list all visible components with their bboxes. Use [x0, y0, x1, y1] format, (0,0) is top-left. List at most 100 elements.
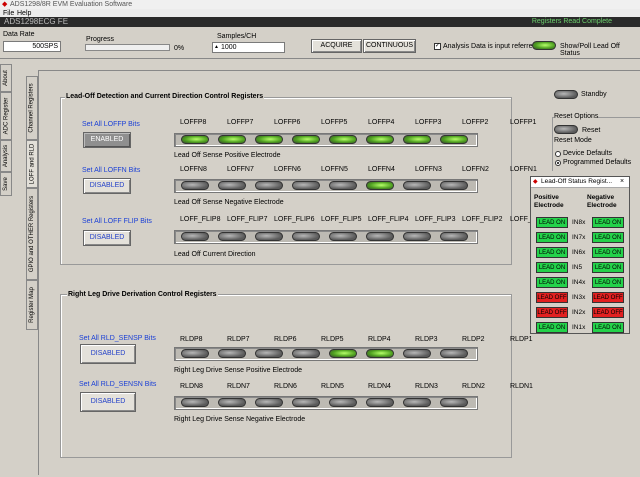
- device-defaults-radio[interactable]: [555, 151, 561, 157]
- negative-status-badge: LEAD OFF: [592, 307, 624, 318]
- bit-label: LOFFP7: [227, 119, 254, 126]
- leadoff-title: Lead-Off Detection and Current Direction…: [65, 93, 265, 100]
- bit-label: RLDP5: [321, 336, 344, 343]
- bit-label: LOFF_FLIP7: [227, 216, 268, 223]
- tab-loff-rld[interactable]: LOFF and RLD: [26, 140, 38, 188]
- loffp-set-all-button[interactable]: ENABLED: [83, 132, 131, 148]
- bit-label: LOFFN4: [368, 166, 395, 173]
- data-rate-value: 500SPS: [32, 43, 58, 50]
- reset-button[interactable]: [554, 125, 578, 134]
- bit-toggle[interactable]: [403, 232, 431, 241]
- loffn-caption: Lead Off Sense Negative Electrode: [174, 199, 284, 206]
- channel-label: IN1x: [572, 324, 586, 331]
- rld-title: Right Leg Drive Derivation Control Regis…: [67, 291, 218, 298]
- negative-status-badge: LEAD ON: [592, 217, 624, 228]
- bit-toggle[interactable]: [255, 181, 283, 190]
- bit-toggle[interactable]: [218, 349, 246, 358]
- bit-toggle[interactable]: [403, 181, 431, 190]
- bit-toggle[interactable]: [403, 398, 431, 407]
- bit-toggle[interactable]: [403, 349, 431, 358]
- app-icon: ◆: [533, 179, 538, 185]
- bit-label: RLDP4: [368, 336, 391, 343]
- bit-toggle[interactable]: [181, 135, 209, 144]
- bit-toggle[interactable]: [440, 232, 468, 241]
- bit-toggle[interactable]: [292, 349, 320, 358]
- rld-sensp-set-all-button[interactable]: DISABLED: [80, 344, 136, 364]
- bit-toggle[interactable]: [255, 232, 283, 241]
- bit-label: LOFFP6: [274, 119, 301, 126]
- negative-status-badge: LEAD ON: [592, 277, 624, 288]
- bit-toggle[interactable]: [366, 135, 394, 144]
- bit-toggle[interactable]: [366, 181, 394, 190]
- flip-set-all-button[interactable]: DISABLED: [83, 230, 131, 246]
- bit-toggle[interactable]: [292, 232, 320, 241]
- bit-label: LOFFP8: [180, 119, 207, 126]
- data-rate-label: Data Rate: [3, 31, 35, 38]
- bit-toggle[interactable]: [329, 232, 357, 241]
- loffn-set-all-button[interactable]: DISABLED: [83, 178, 131, 194]
- tab-save[interactable]: Save: [0, 172, 12, 196]
- bit-toggle[interactable]: [403, 135, 431, 144]
- bit-toggle[interactable]: [440, 181, 468, 190]
- bit-toggle[interactable]: [255, 135, 283, 144]
- bit-toggle[interactable]: [329, 135, 357, 144]
- bit-toggle[interactable]: [329, 349, 357, 358]
- bit-toggle[interactable]: [292, 135, 320, 144]
- bit-toggle[interactable]: [292, 398, 320, 407]
- bit-toggle[interactable]: [218, 181, 246, 190]
- rld-sensp-caption: Right Leg Drive Sense Positive Electrode: [174, 367, 303, 374]
- tab-gpio-other[interactable]: GPIO and OTHER Registers: [26, 188, 38, 280]
- bit-label: RLDN2: [462, 383, 485, 390]
- app-banner: ADS1298ECG FE: [4, 17, 69, 26]
- divider: [0, 58, 640, 59]
- bit-toggle[interactable]: [218, 398, 246, 407]
- samples-label: Samples/CH: [217, 33, 257, 40]
- acquire-button[interactable]: ACQUIRE: [311, 39, 362, 53]
- bit-toggle[interactable]: [366, 398, 394, 407]
- progress-label: Progress: [86, 36, 115, 43]
- bit-toggle[interactable]: [440, 398, 468, 407]
- tab-about[interactable]: About: [0, 64, 12, 92]
- rld-sensn-set-all-button[interactable]: DISABLED: [80, 392, 136, 412]
- analysis-checkbox[interactable]: ✓: [434, 43, 441, 50]
- bit-toggle[interactable]: [329, 398, 357, 407]
- continuous-button[interactable]: CONTINUOUS: [363, 39, 416, 53]
- set-all-flip-label: Set All LOFF FLIP Bits: [82, 218, 152, 225]
- tab-register-map[interactable]: Register Map: [26, 280, 38, 330]
- bit-toggle[interactable]: [440, 135, 468, 144]
- programmed-defaults-radio[interactable]: [555, 160, 561, 166]
- rld-panel: [60, 294, 512, 458]
- data-rate-field[interactable]: 500SPS: [3, 41, 61, 52]
- tab-channel-registers[interactable]: Channel Registers: [26, 76, 38, 140]
- bit-toggle[interactable]: [255, 398, 283, 407]
- set-all-loffp-label: Set All LOFFP Bits: [82, 121, 140, 128]
- positive-status-badge: LEAD ON: [536, 217, 568, 228]
- bit-toggle[interactable]: [218, 232, 246, 241]
- bit-label: LOFFN5: [321, 166, 348, 173]
- channel-label: IN4x: [572, 279, 586, 286]
- bit-toggle[interactable]: [218, 135, 246, 144]
- status-window-titlebar: ◆ Lead-Off Status Regist... ×: [531, 177, 629, 188]
- samples-input[interactable]: ▲ 1000: [212, 42, 285, 53]
- samples-stepper-icon[interactable]: ▲: [214, 43, 219, 52]
- bit-toggle[interactable]: [366, 349, 394, 358]
- bit-toggle[interactable]: [292, 181, 320, 190]
- bit-label: RLDN7: [227, 383, 250, 390]
- set-all-loffn-label: Set All LOFFN Bits: [82, 167, 141, 174]
- bit-toggle[interactable]: [181, 349, 209, 358]
- bit-toggle[interactable]: [440, 349, 468, 358]
- tab-analysis[interactable]: Analysis: [0, 140, 12, 172]
- bit-toggle[interactable]: [181, 398, 209, 407]
- reset-mode-label: Reset Mode: [554, 137, 592, 144]
- bit-toggle[interactable]: [366, 232, 394, 241]
- standby-toggle[interactable]: [554, 90, 578, 99]
- bit-toggle[interactable]: [181, 181, 209, 190]
- bit-toggle[interactable]: [329, 181, 357, 190]
- title-bar: ◆ ADS1298/8R EVM Evaluation Software: [0, 0, 640, 9]
- tab-adc-register[interactable]: ADC Register: [0, 92, 12, 140]
- show-poll-toggle[interactable]: [532, 41, 556, 50]
- window-title: ADS1298/8R EVM Evaluation Software: [10, 1, 133, 8]
- bit-toggle[interactable]: [255, 349, 283, 358]
- bit-toggle[interactable]: [181, 232, 209, 241]
- close-icon[interactable]: ×: [620, 178, 624, 185]
